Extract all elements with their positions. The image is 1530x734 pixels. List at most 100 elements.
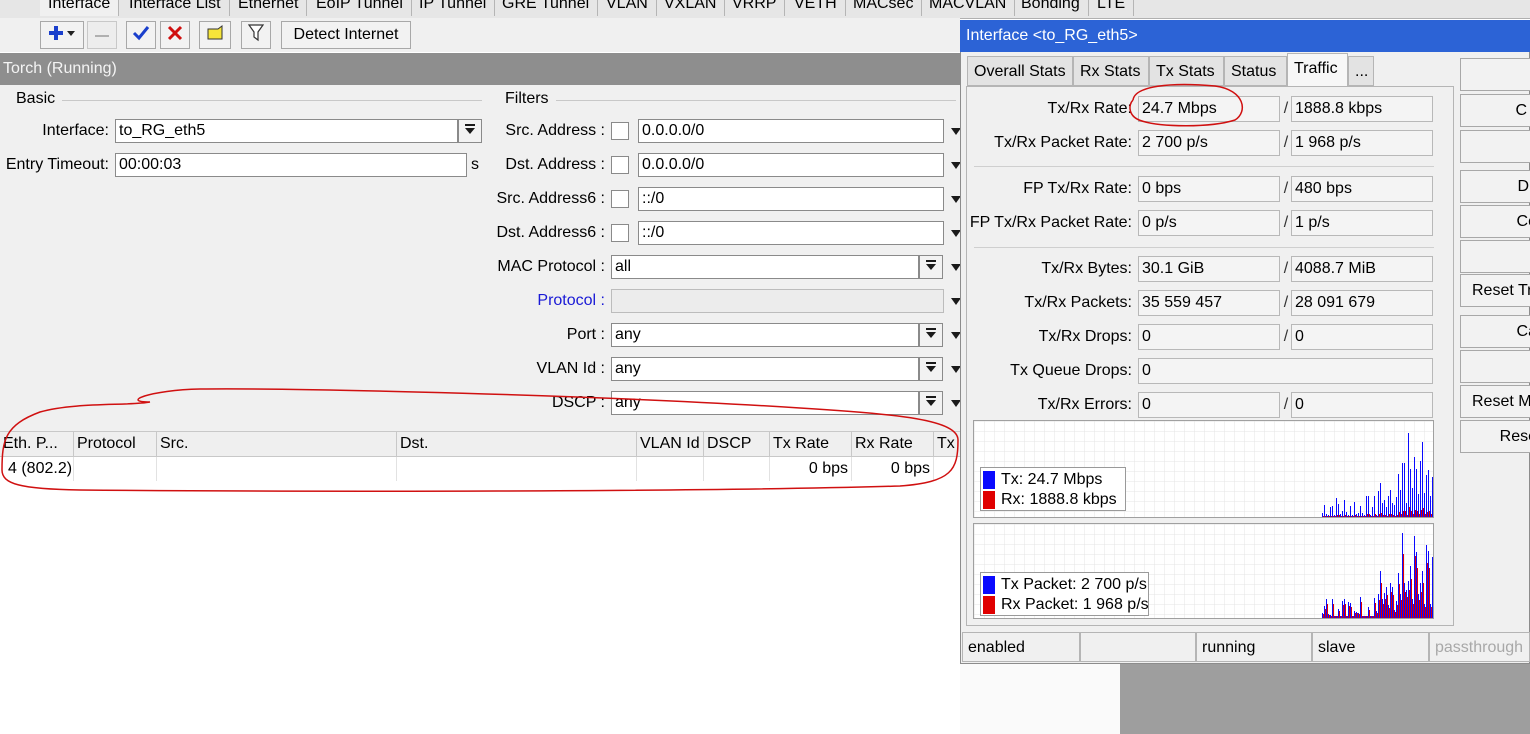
rx-bar	[1355, 613, 1356, 618]
rx-bar	[1403, 511, 1404, 517]
dscp-select[interactable]: any	[611, 391, 919, 415]
src-address6-input[interactable]: ::/0	[638, 187, 944, 211]
column-eth-protocol[interactable]: Eth. P...	[0, 432, 74, 456]
rx-bar	[1357, 613, 1358, 618]
dst-address6-input[interactable]: ::/0	[638, 221, 944, 245]
port-dropdown-button[interactable]	[919, 323, 943, 347]
column-tx[interactable]: Tx	[934, 432, 960, 456]
tab-traffic[interactable]: Traffic	[1287, 53, 1348, 87]
tab-overall-stats[interactable]: Overall Stats	[967, 56, 1073, 86]
src-address-input[interactable]: 0.0.0.0/0	[638, 119, 944, 143]
tab-vxlan[interactable]: VXLAN	[656, 0, 726, 16]
torch-table-header: Eth. P... Protocol Src. Dst. VLAN Id DSC…	[0, 431, 960, 457]
enable-button[interactable]	[126, 21, 156, 49]
rx-bar	[1393, 515, 1394, 517]
tx-bar	[1392, 503, 1393, 517]
detect-internet-button[interactable]: Detect Internet	[281, 21, 411, 49]
tab-veth[interactable]: VETH	[786, 0, 846, 16]
protocol-select[interactable]	[611, 289, 944, 313]
rx-bar	[1393, 595, 1394, 618]
tab-macsec[interactable]: MACsec	[845, 0, 923, 16]
tx-bar	[1420, 583, 1421, 618]
rx-bar	[1329, 615, 1330, 618]
reset-mac-button[interactable]: Reset M	[1460, 385, 1530, 418]
rx-bar	[1347, 616, 1348, 618]
comment-button[interactable]	[199, 21, 231, 49]
vlan-id-dropdown-button[interactable]	[919, 357, 943, 381]
rx-bar	[1323, 614, 1324, 618]
rx-rate-value: 1888.8 kbps	[1291, 96, 1433, 122]
tx-bar	[1332, 506, 1333, 517]
tx-bar	[1390, 490, 1391, 517]
column-tx-rate[interactable]: Tx Rate	[770, 432, 852, 456]
rx-bar	[1357, 516, 1358, 517]
rx-bar	[1347, 516, 1348, 517]
add-button[interactable]	[40, 21, 84, 49]
reset-traffic-counters-button[interactable]: Reset Tr	[1460, 274, 1530, 307]
tab-vlan[interactable]: VLAN	[598, 0, 657, 16]
column-dst[interactable]: Dst.	[397, 432, 637, 456]
entry-timeout-input[interactable]: 00:00:03	[115, 153, 467, 177]
column-src[interactable]: Src.	[157, 432, 397, 456]
interface-select[interactable]: to_RG_eth5	[115, 119, 458, 143]
rx-bar	[1335, 516, 1336, 517]
tab-interface[interactable]: Interface	[40, 0, 120, 16]
tab-tx-stats[interactable]: Tx Stats	[1149, 56, 1224, 86]
remove-button[interactable]	[87, 21, 117, 49]
tab-lte[interactable]: LTE	[1089, 0, 1135, 16]
rx-bar	[1375, 514, 1376, 517]
column-vlan-id[interactable]: VLAN Id	[637, 432, 704, 456]
mac-protocol-dropdown-button[interactable]	[919, 255, 943, 279]
ok-button[interactable]	[1460, 58, 1530, 91]
tab-interface-list[interactable]: Interface List	[121, 0, 230, 16]
tab-ip-tunnel[interactable]: IP Tunnel	[411, 0, 496, 16]
disable-interface-button[interactable]: D	[1460, 170, 1530, 203]
tx-bar	[1402, 533, 1403, 618]
cable-test-button[interactable]: Ca	[1460, 315, 1530, 348]
vlan-id-select[interactable]: any	[611, 357, 919, 381]
status-passthrough: passthrough	[1429, 632, 1530, 662]
port-label: Port :	[566, 326, 605, 343]
tx-bar	[1414, 457, 1415, 517]
rx-bar	[1335, 616, 1336, 618]
src-address6-not-checkbox[interactable]	[611, 190, 629, 208]
dscp-dropdown-button[interactable]	[919, 391, 943, 415]
tab-status[interactable]: Status	[1224, 56, 1287, 86]
disable-button[interactable]	[160, 21, 190, 49]
tab-bonding[interactable]: Bonding	[1013, 0, 1089, 16]
column-dscp[interactable]: DSCP	[704, 432, 770, 456]
tab-eoip-tunnel[interactable]: EoIP Tunnel	[308, 0, 412, 16]
tab-gre-tunnel[interactable]: GRE Tunnel	[494, 0, 599, 16]
src-address-not-checkbox[interactable]	[611, 122, 629, 140]
cancel-button[interactable]: C	[1460, 94, 1530, 127]
dst-address-not-checkbox[interactable]	[611, 156, 629, 174]
tab-rx-stats[interactable]: Rx Stats	[1073, 56, 1149, 86]
packet-rate-graph: Tx Packet: 2 700 p/s Rx Packet: 1 968 p/…	[973, 523, 1434, 619]
tab-macvlan[interactable]: MACVLAN	[921, 0, 1016, 16]
blink-button[interactable]	[1460, 350, 1530, 383]
tab-ethernet[interactable]: Ethernet	[230, 0, 308, 16]
interface-tab-bar: Interface Interface List Ethernet EoIP T…	[0, 0, 1530, 19]
dst-address-input[interactable]: 0.0.0.0/0	[638, 153, 944, 177]
apply-button[interactable]	[1460, 130, 1530, 163]
tx-bar	[1328, 515, 1329, 517]
tx-bar	[1416, 552, 1417, 618]
tx-bar	[1406, 590, 1407, 618]
txrx-rate-label: Tx/Rx Rate:	[1047, 100, 1132, 117]
mac-protocol-select[interactable]: all	[611, 255, 919, 279]
comment-interface-button[interactable]: Co	[1460, 205, 1530, 238]
rx-legend-label: Rx: 1888.8 kbps	[1001, 491, 1117, 508]
copy-button[interactable]	[1460, 240, 1530, 273]
rx-bar	[1419, 600, 1420, 618]
tab-vrrp[interactable]: VRRP	[724, 0, 786, 16]
column-protocol[interactable]: Protocol	[74, 432, 157, 456]
table-row[interactable]: 4 (802.2) 0 bps 0 bps	[0, 457, 960, 481]
tab-more[interactable]: ...	[1348, 56, 1374, 86]
column-rx-rate[interactable]: Rx Rate	[852, 432, 934, 456]
filter-button[interactable]	[241, 21, 271, 49]
tx-bar	[1370, 616, 1371, 618]
port-select[interactable]: any	[611, 323, 919, 347]
dst-address6-not-checkbox[interactable]	[611, 224, 629, 242]
reset-counters-button[interactable]: Rese	[1460, 420, 1530, 453]
tx-bar	[1374, 496, 1375, 517]
